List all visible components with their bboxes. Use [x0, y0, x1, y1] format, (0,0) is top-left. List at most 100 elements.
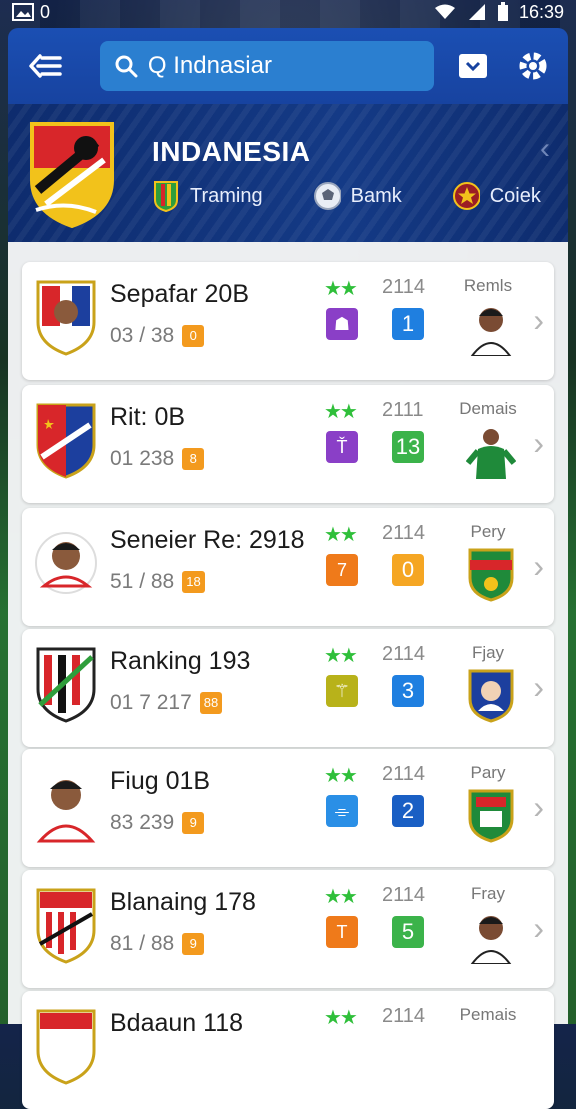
position-icon: ⌯ — [326, 795, 358, 827]
status-indicator: 0 — [40, 1, 51, 22]
opponent-label: Pary — [470, 763, 506, 782]
score-label: 2114 — [382, 276, 426, 298]
count-chip: 88 — [199, 692, 223, 714]
status-bar: 0 16:39 — [0, 0, 576, 24]
chevron-right-icon[interactable]: › — [533, 302, 544, 339]
position-icon: ☗ — [326, 308, 358, 340]
team-crest-icon — [30, 122, 114, 228]
rating-stars-icon: ★★ — [324, 1007, 358, 1029]
card-subtitle: 81 / 88 9 — [110, 932, 205, 956]
flag-badge-icon — [152, 180, 180, 212]
chevron-right-icon[interactable]: › — [533, 548, 544, 585]
shield-badge-icon — [36, 403, 96, 479]
count-chip: 0 — [182, 325, 205, 347]
opponent-label: Remls — [463, 276, 513, 295]
score-label: 2114 — [382, 522, 426, 544]
number-badge: 1 — [392, 308, 424, 340]
rating-stars-icon: ★★ — [324, 765, 358, 787]
chevron-left-icon[interactable]: ‹ — [540, 132, 550, 166]
card-stats: 83 239 — [110, 811, 175, 834]
tab-bank[interactable]: Bamk — [313, 180, 402, 212]
match-list: Sepafar 20B 03 / 38 0 ★★ 2114 ☗ 1 Remls … — [8, 242, 568, 1109]
card-title: Seneier Re: 2918 — [110, 526, 305, 554]
tab-coach[interactable]: Coiek — [452, 180, 541, 212]
chevron-right-icon[interactable]: › — [533, 910, 544, 947]
card-stats: 01 238 — [110, 447, 175, 470]
card-title: Ranking 193 — [110, 647, 251, 675]
number-badge: 3 — [392, 675, 424, 707]
list-item[interactable]: Seneier Re: 2918 51 / 88 18 ★★ 2114 7 0 … — [22, 508, 554, 626]
opponent-label: Fjay — [471, 643, 505, 662]
club-crest-icon — [468, 789, 514, 843]
card-subtitle: 03 / 38 0 — [110, 324, 205, 348]
star-crest-icon — [452, 180, 480, 212]
search-input[interactable] — [145, 51, 420, 81]
search-bar[interactable] — [99, 41, 434, 91]
player-avatar-icon — [36, 780, 96, 843]
rating-stars-icon: ★★ — [324, 645, 358, 667]
club-crest-icon — [468, 669, 514, 723]
chevron-right-icon[interactable]: › — [533, 425, 544, 462]
app-bar — [8, 28, 568, 104]
wifi-icon — [434, 4, 455, 19]
tab-label: Coiek — [489, 184, 541, 207]
player-avatar-icon — [35, 532, 97, 594]
score-label: 2114 — [382, 1005, 426, 1027]
list-item[interactable]: Ranking 193 01 7 217 88 ★★ 2114 ⚚ 3 Fjay… — [22, 629, 554, 747]
opponent-label: Fray — [471, 884, 505, 903]
opponent-label: Demais — [459, 399, 517, 418]
number-badge: 2 — [392, 795, 424, 827]
list-item[interactable]: Bdaaun 118 ★★ 2114 Pemais — [22, 991, 554, 1109]
player-celebrating-icon — [466, 429, 516, 479]
rating-stars-icon: ★★ — [324, 401, 358, 423]
opponent-label: Pemais — [459, 1005, 517, 1024]
list-item[interactable]: Rit: 0B 01 238 8 ★★ 2111 Ť 13 Demais › — [22, 385, 554, 503]
team-name: INDANESIA — [152, 136, 311, 167]
score-label: 2114 — [382, 763, 426, 785]
ball-icon — [313, 180, 341, 212]
card-stats: 81 / 88 — [110, 932, 175, 955]
back-button[interactable] — [22, 42, 68, 90]
player-avatar-icon — [470, 308, 512, 356]
settings-button[interactable] — [512, 44, 554, 88]
number-badge: 13 — [392, 431, 424, 463]
status-time: 16:39 — [518, 1, 564, 22]
count-chip: 18 — [182, 571, 205, 593]
count-chip: 9 — [182, 812, 205, 834]
team-header: INDANESIA ‹ Traming Bamk Coiek — [8, 104, 568, 242]
position-icon: ⚚ — [326, 675, 358, 707]
club-crest-icon — [468, 548, 514, 602]
battery-icon — [497, 2, 508, 21]
card-subtitle: 51 / 88 18 — [110, 570, 205, 594]
tab-label: Bamk — [350, 184, 402, 207]
shield-badge-icon — [36, 647, 96, 723]
list-item[interactable]: Blanaing 178 81 / 88 9 ★★ 2114 T 5 Fray … — [22, 870, 554, 988]
card-subtitle: 01 238 8 — [110, 447, 205, 471]
position-icon: Ť — [326, 431, 358, 463]
number-badge: 0 — [392, 554, 424, 586]
card-title: Blanaing 178 — [110, 888, 256, 916]
count-chip: 9 — [182, 933, 205, 955]
count-chip: 8 — [182, 448, 205, 470]
score-label: 2114 — [382, 884, 426, 906]
number-badge: 5 — [392, 916, 424, 948]
opponent-label: Pery — [470, 522, 506, 541]
back-menu-icon — [29, 54, 62, 78]
photo-notification-icon — [12, 3, 34, 21]
tab-label: Traming — [190, 184, 263, 207]
position-icon: 7 — [326, 554, 358, 586]
score-label: 2111 — [382, 399, 424, 421]
inbox-button[interactable] — [452, 44, 494, 88]
position-icon: T — [326, 916, 358, 948]
card-title: Fiug 01B — [110, 767, 211, 795]
list-item[interactable]: Sepafar 20B 03 / 38 0 ★★ 2114 ☗ 1 Remls … — [22, 262, 554, 380]
team-tabs: Traming Bamk Coiek — [152, 180, 541, 212]
chevron-right-icon[interactable]: › — [533, 789, 544, 826]
list-item[interactable]: Fiug 01B 83 239 9 ★★ 2114 ⌯ 2 Pary › — [22, 749, 554, 867]
chevron-right-icon[interactable]: › — [533, 669, 544, 706]
tab-training[interactable]: Traming — [152, 180, 263, 212]
card-title: Rit: 0B — [110, 403, 186, 431]
card-title: Sepafar 20B — [110, 280, 249, 308]
card-stats: 03 / 38 — [110, 324, 175, 347]
player-avatar-icon — [470, 916, 512, 964]
